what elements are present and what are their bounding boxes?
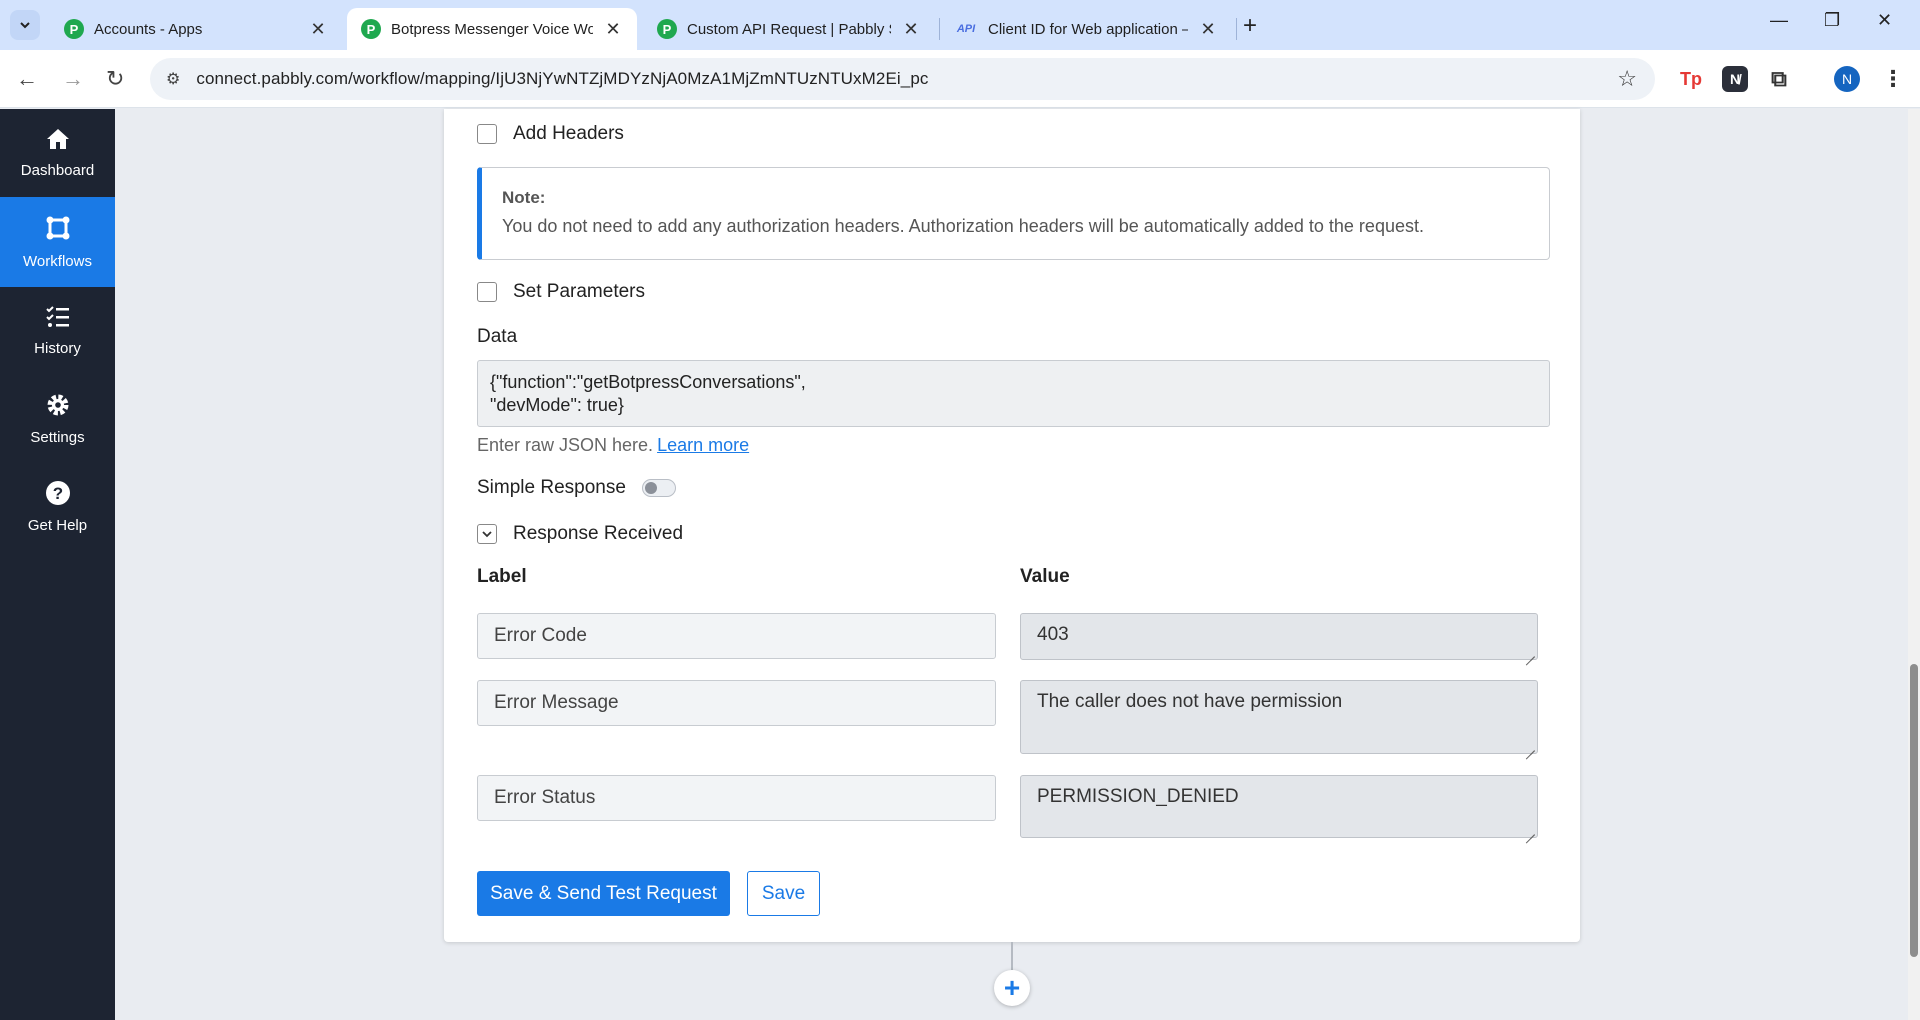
response-received-chevron-icon[interactable] bbox=[477, 524, 497, 544]
response-label-field[interactable]: Error Status bbox=[477, 775, 996, 821]
resize-grip-icon[interactable] bbox=[1525, 741, 1535, 751]
sidebar-item-workflows[interactable]: Workflows bbox=[0, 197, 115, 287]
pabbly-favicon-icon: P bbox=[64, 19, 84, 39]
response-value-text: 403 bbox=[1037, 624, 1069, 645]
tab-client-id[interactable]: API Client ID for Web application – ✕ bbox=[940, 8, 1232, 50]
sidebar-item-label: Dashboard bbox=[20, 162, 95, 179]
save-button[interactable]: Save bbox=[747, 871, 820, 916]
add-headers-row[interactable]: Add Headers bbox=[477, 123, 624, 145]
scrollbar-thumb[interactable] bbox=[1910, 664, 1918, 957]
back-arrow-icon[interactable]: ← bbox=[16, 66, 38, 92]
simple-response-toggle[interactable] bbox=[641, 479, 676, 497]
tab-title: Accounts - Apps bbox=[94, 20, 203, 38]
site-info-icon[interactable]: ⚙ bbox=[166, 69, 180, 89]
tp-extension-icon[interactable]: Tp bbox=[1678, 66, 1704, 92]
data-label: Data bbox=[477, 326, 518, 347]
close-icon[interactable]: ✕ bbox=[603, 19, 623, 40]
sidebar-item-label: Settings bbox=[30, 429, 85, 446]
pabbly-favicon-icon: P bbox=[361, 19, 381, 39]
value-column-header: Value bbox=[1020, 566, 1070, 587]
pabbly-favicon-icon: P bbox=[657, 19, 677, 39]
data-json-input[interactable]: {"function":"getBotpressConversations", … bbox=[477, 360, 1550, 427]
data-line: {"function":"getBotpressConversations", bbox=[490, 372, 806, 392]
bookmark-star-icon[interactable]: ☆ bbox=[1617, 66, 1637, 92]
tab-search-button[interactable] bbox=[10, 10, 40, 40]
tab-custom-api-request[interactable]: P Custom API Request | Pabbly Su ✕ bbox=[643, 8, 935, 50]
restore-button[interactable]: ❐ bbox=[1824, 10, 1840, 31]
response-received-row[interactable]: Response Received bbox=[477, 523, 683, 545]
close-icon[interactable]: ✕ bbox=[308, 19, 328, 40]
browser-toolbar: ← → ↻ ⚙ connect.pabbly.com/workflow/mapp… bbox=[0, 50, 1920, 108]
toggle-knob bbox=[644, 482, 657, 494]
app-sidebar: Dashboard Workflows History Settings ? G… bbox=[0, 109, 115, 1020]
tab-separator bbox=[1236, 18, 1237, 40]
window-close-button[interactable]: ✕ bbox=[1877, 10, 1892, 31]
sidebar-item-history[interactable]: History bbox=[0, 287, 115, 375]
note-title: Note: bbox=[502, 188, 546, 207]
browser-menu-icon[interactable]: ⋮ bbox=[1880, 66, 1906, 92]
tab-botpress-messenger[interactable]: P Botpress Messenger Voice Worl ✕ bbox=[347, 8, 637, 50]
page-scrollbar[interactable] bbox=[1908, 109, 1920, 1020]
extensions-puzzle-icon[interactable]: ⧉ bbox=[1766, 66, 1792, 92]
response-value-text: PERMISSION_DENIED bbox=[1037, 786, 1239, 807]
svg-text:?: ? bbox=[52, 484, 62, 503]
response-label-field[interactable]: Error Code bbox=[477, 613, 996, 659]
sidebar-item-label: Workflows bbox=[23, 253, 92, 270]
help-icon: ? bbox=[45, 480, 71, 511]
note-text: You do not need to add any authorization… bbox=[502, 216, 1424, 236]
set-parameters-label: Set Parameters bbox=[513, 281, 645, 302]
response-value-field[interactable]: PERMISSION_DENIED bbox=[1020, 775, 1538, 838]
sidebar-item-label: Get Help bbox=[27, 517, 88, 534]
sidebar-item-settings[interactable]: Settings bbox=[0, 375, 115, 463]
resize-grip-icon[interactable] bbox=[1525, 647, 1535, 657]
set-parameters-checkbox[interactable] bbox=[477, 282, 497, 302]
simple-response-label: Simple Response bbox=[477, 477, 626, 498]
response-value-field[interactable]: The caller does not have permission bbox=[1020, 680, 1538, 754]
response-value-text: The caller does not have permission bbox=[1037, 691, 1343, 712]
sidebar-item-label: History bbox=[34, 340, 81, 357]
custom-api-request-card: Add Headers Note: You do not need to add… bbox=[444, 109, 1580, 942]
set-parameters-row[interactable]: Set Parameters bbox=[477, 281, 645, 303]
api-favicon-icon: API bbox=[956, 23, 976, 35]
chevron-down-icon bbox=[20, 22, 30, 29]
workflows-icon bbox=[44, 214, 72, 247]
close-icon[interactable]: ✕ bbox=[901, 19, 921, 40]
close-icon[interactable]: ✕ bbox=[1198, 19, 1218, 40]
history-icon bbox=[45, 305, 71, 334]
extension-icon[interactable]: N̸ bbox=[1722, 66, 1748, 92]
add-headers-label: Add Headers bbox=[513, 123, 624, 144]
address-bar[interactable]: ⚙ connect.pabbly.com/workflow/mapping/Ij… bbox=[150, 58, 1655, 100]
home-icon bbox=[45, 127, 71, 156]
response-received-label: Response Received bbox=[513, 523, 684, 544]
tab-accounts-apps[interactable]: P Accounts - Apps ✕ bbox=[50, 8, 342, 50]
save-send-test-request-button[interactable]: Save & Send Test Request bbox=[477, 871, 730, 916]
forward-arrow-icon[interactable]: → bbox=[62, 66, 84, 92]
minimize-button[interactable]: — bbox=[1770, 10, 1788, 31]
add-step-plus-icon[interactable]: + bbox=[994, 970, 1030, 1006]
add-headers-checkbox[interactable] bbox=[477, 124, 497, 144]
tab-title: Custom API Request | Pabbly Su bbox=[687, 20, 891, 38]
new-tab-button[interactable]: + bbox=[1243, 12, 1257, 40]
profile-avatar[interactable]: N bbox=[1834, 66, 1860, 92]
label-column-header: Label bbox=[477, 566, 527, 587]
url-text[interactable]: connect.pabbly.com/workflow/mapping/IjU3… bbox=[196, 69, 928, 89]
tab-title: Botpress Messenger Voice Worl bbox=[391, 20, 593, 38]
resize-grip-icon[interactable] bbox=[1525, 825, 1535, 835]
reload-icon[interactable]: ↻ bbox=[106, 66, 124, 92]
workflow-connector-line bbox=[1011, 942, 1013, 970]
data-line: "devMode": true} bbox=[490, 395, 624, 415]
learn-more-link[interactable]: Learn more bbox=[657, 435, 749, 455]
tab-title: Client ID for Web application – bbox=[988, 20, 1188, 38]
response-label-field[interactable]: Error Message bbox=[477, 680, 996, 726]
data-hint: Enter raw JSON here. Learn more bbox=[477, 435, 749, 456]
browser-tabstrip: P Accounts - Apps ✕ P Botpress Messenger… bbox=[0, 0, 1920, 50]
hint-text: Enter raw JSON here. bbox=[477, 435, 654, 455]
gear-icon bbox=[45, 392, 71, 423]
simple-response-row: Simple Response bbox=[477, 477, 676, 499]
response-value-field[interactable]: 403 bbox=[1020, 613, 1538, 660]
sidebar-item-dashboard[interactable]: Dashboard bbox=[0, 109, 115, 197]
sidebar-item-get-help[interactable]: ? Get Help bbox=[0, 463, 115, 551]
note-box: Note: You do not need to add any authori… bbox=[477, 167, 1550, 260]
